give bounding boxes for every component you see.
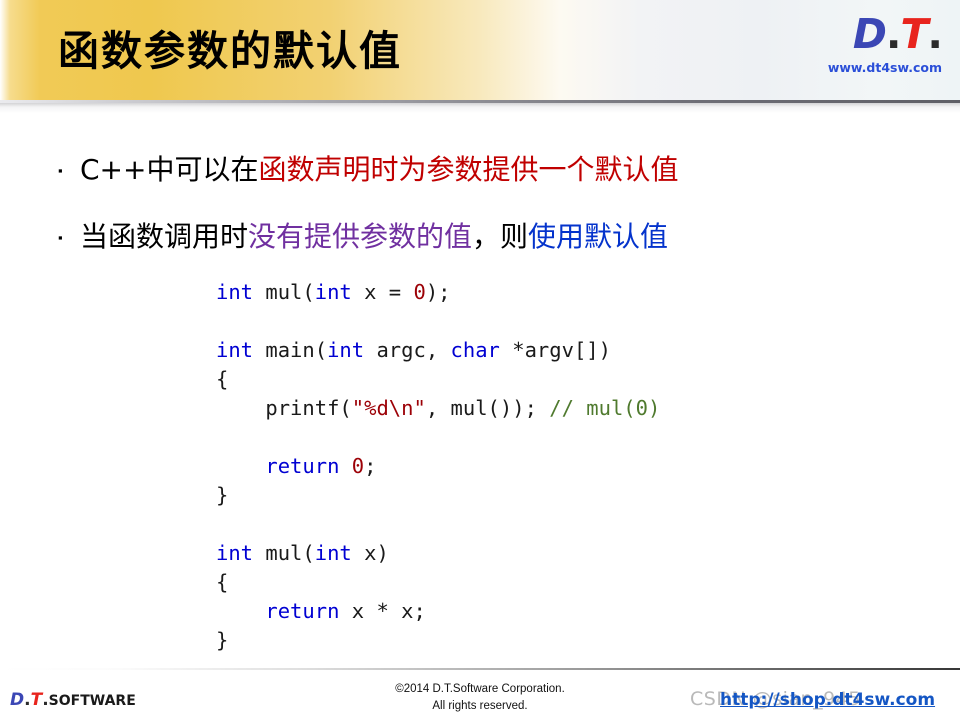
bullet-segment: ，则 <box>472 220 529 253</box>
bullet-segment-highlight: 函数声明时为参数提供一个默认值 <box>258 153 679 186</box>
logo-dot-1: . <box>885 10 902 58</box>
bullet-square-icon: ▪ <box>58 230 63 245</box>
bullet-segment: C++中可以在 <box>80 153 259 186</box>
code-token-com: // mul(0) <box>549 396 661 420</box>
code-token-pl: argc, <box>364 338 451 362</box>
code-line: { <box>216 568 660 597</box>
code-token-pl: x = <box>351 280 414 304</box>
bullet-segment-highlight: 使用默认值 <box>528 220 669 253</box>
logo-dot-2: . <box>927 10 943 58</box>
code-token-pl: printf( <box>216 396 352 420</box>
code-token-num: 0 <box>351 454 365 478</box>
code-token-pl: , mul()); <box>425 396 550 420</box>
logo-letter-t: T <box>900 10 928 58</box>
code-line: return x * x; <box>216 597 660 626</box>
header-shadow-divider <box>0 100 960 113</box>
code-line: } <box>216 626 660 655</box>
code-token-pl: { <box>216 367 229 391</box>
code-token-pl: } <box>216 628 229 652</box>
code-line: int mul(int x) <box>216 539 660 568</box>
bullet-text: C++中可以在函数声明时为参数提供一个默认值 <box>80 150 679 190</box>
code-line: printf("%d\n", mul()); // mul(0) <box>216 394 660 423</box>
code-token-pl: x) <box>351 541 389 565</box>
code-token-kw: int <box>314 280 352 304</box>
code-token-kw: return <box>265 454 340 478</box>
code-line: { <box>216 365 660 394</box>
slide-footer: D.T.SOFTWARE ©2014 D.T.Software Corporat… <box>0 670 960 720</box>
shop-link[interactable]: http://shop.dt4sw.com <box>720 690 935 710</box>
brand-website-url: www.dt4sw.com <box>827 60 942 75</box>
code-token-kw: int <box>327 338 365 362</box>
code-token-pl: mul( <box>253 541 315 565</box>
code-token-kw: int <box>314 541 352 565</box>
code-token-pl: x * x; <box>339 599 426 623</box>
logo-letter-d: D <box>852 10 887 58</box>
code-token-kw: int <box>216 541 254 565</box>
code-token-num: 0 <box>413 280 426 304</box>
bullet-text: 当函数调用时没有提供参数的值，则使用默认值 <box>80 217 668 257</box>
code-token-kw: int <box>216 280 254 304</box>
bullet-segment-highlight: 没有提供参数的值 <box>248 220 473 253</box>
code-snippet: int mul(int x = 0); int main(int argc, c… <box>216 278 660 655</box>
code-line: } <box>216 481 660 510</box>
code-token-pl: *argv[]) <box>499 338 611 362</box>
code-token-str: "%d\n" <box>351 396 426 420</box>
bullet-square-icon: ▪ <box>58 163 63 178</box>
footer-link-area: CSDN @sian_945 http://shop.dt4sw.com <box>682 688 952 714</box>
code-token-kw: return <box>265 599 340 623</box>
brand-logo-mark: D.T. <box>782 14 943 55</box>
code-token-pl: ); <box>425 280 451 304</box>
code-token-kw: int <box>216 338 254 362</box>
code-token-pl: main( <box>253 338 328 362</box>
list-item: ▪ C++中可以在函数声明时为参数提供一个默认值 <box>58 150 918 191</box>
code-token-pl: } <box>216 483 229 507</box>
list-item: ▪ 当函数调用时没有提供参数的值，则使用默认值 <box>58 217 918 258</box>
page-title: 函数参数的默认值 <box>58 27 402 75</box>
code-line: int mul(int x = 0); <box>216 278 660 307</box>
bullet-segment: 当函数调用时 <box>80 220 249 253</box>
code-token-pl: ; <box>364 454 377 478</box>
code-line: int main(int argc, char *argv[]) <box>216 336 660 365</box>
code-token-pl: mul( <box>253 280 315 304</box>
code-token-kw: char <box>450 338 500 362</box>
code-line: return 0; <box>216 452 660 481</box>
brand-logo: D.T. www.dt4sw.com <box>782 14 943 76</box>
code-token-pl: { <box>216 570 229 594</box>
bullet-list: ▪ C++中可以在函数声明时为参数提供一个默认值 ▪ 当函数调用时没有提供参数的… <box>58 150 918 284</box>
